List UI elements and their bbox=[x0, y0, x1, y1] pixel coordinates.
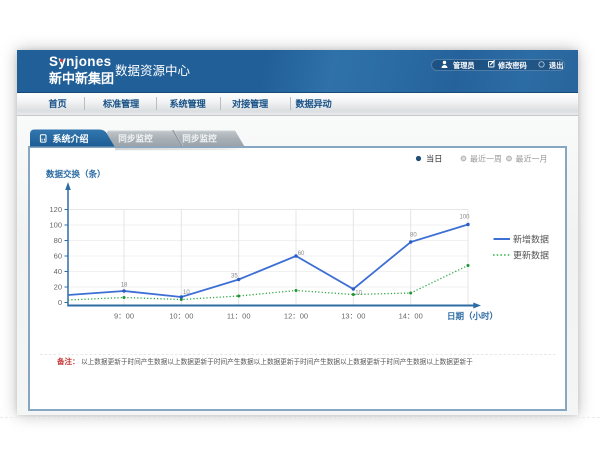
svg-text:10: 10 bbox=[183, 290, 190, 296]
svg-text:13：00: 13：00 bbox=[341, 312, 365, 321]
svg-text:120: 120 bbox=[49, 205, 62, 214]
svg-text:60: 60 bbox=[298, 251, 305, 257]
svg-text:日期（小时）: 日期（小时） bbox=[447, 311, 498, 321]
svg-text:20: 20 bbox=[54, 283, 62, 292]
svg-text:0: 0 bbox=[58, 298, 62, 307]
svg-text:9：00: 9：00 bbox=[114, 312, 134, 321]
svg-text:同步监控: 同步监控 bbox=[182, 133, 217, 144]
svg-text:18: 18 bbox=[121, 283, 128, 289]
svg-text:更新数据: 更新数据 bbox=[513, 250, 549, 261]
svg-text:系统介绍: 系统介绍 bbox=[52, 133, 88, 144]
svg-text:35: 35 bbox=[231, 274, 238, 280]
svg-text:当日: 当日 bbox=[426, 154, 442, 164]
svg-text:新增数据: 新增数据 bbox=[513, 234, 549, 245]
svg-text:12：00: 12：00 bbox=[284, 312, 308, 321]
svg-text:80: 80 bbox=[54, 236, 62, 245]
svg-text:以上数据更新于时间产生数据以上数据更新于时间产生数据以上数据: 以上数据更新于时间产生数据以上数据更新于时间产生数据以上数据更新于时间产生数据以… bbox=[81, 357, 473, 366]
svg-text:100: 100 bbox=[49, 221, 62, 230]
svg-text:备注：: 备注： bbox=[56, 356, 80, 366]
svg-text:最近一月: 最近一月 bbox=[516, 154, 548, 164]
svg-text:数据交换（条）: 数据交换（条） bbox=[46, 169, 106, 179]
svg-text:10：00: 10：00 bbox=[169, 312, 193, 321]
svg-text:80: 80 bbox=[410, 233, 417, 239]
svg-text:14：00: 14：00 bbox=[399, 312, 423, 321]
svg-text:100: 100 bbox=[460, 215, 471, 221]
svg-text:同步监控: 同步监控 bbox=[118, 133, 153, 144]
svg-text:最近一周: 最近一周 bbox=[470, 154, 502, 164]
svg-text:11：00: 11：00 bbox=[227, 312, 251, 321]
svg-text:10: 10 bbox=[355, 290, 362, 296]
svg-text:40: 40 bbox=[54, 267, 62, 276]
svg-text:60: 60 bbox=[54, 252, 62, 261]
